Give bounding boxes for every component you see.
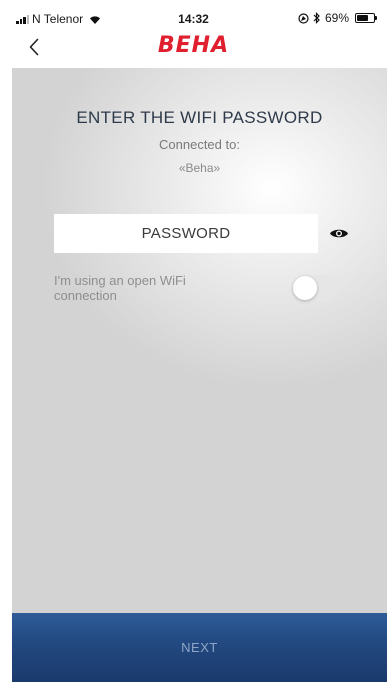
page-title: ENTER THE WIFI PASSWORD [76, 108, 323, 127]
bluetooth-icon [313, 12, 320, 24]
eye-icon [330, 229, 348, 237]
status-right: 69% [298, 11, 377, 25]
network-name: «Beha» [178, 161, 221, 175]
location-icon [298, 12, 309, 24]
open-wifi-label: I'm using an open WiFi connection [54, 273, 186, 303]
show-password-button[interactable] [328, 223, 350, 243]
toggle-knob [293, 276, 317, 300]
brand-logo: BEHA [157, 33, 230, 58]
battery-icon [355, 13, 377, 23]
nav-bar: BEHA [0, 28, 387, 68]
battery-percent: 69% [324, 11, 349, 25]
next-button[interactable]: NEXT [12, 613, 387, 682]
connected-label: Connected to: [159, 137, 240, 152]
main-content: ENTER THE WIFI PASSWORD Connected to: «B… [12, 68, 387, 613]
password-input[interactable] [54, 214, 318, 253]
status-bar: N Telenor 14:32 69% [0, 0, 387, 28]
open-wifi-toggle[interactable] [292, 275, 338, 301]
